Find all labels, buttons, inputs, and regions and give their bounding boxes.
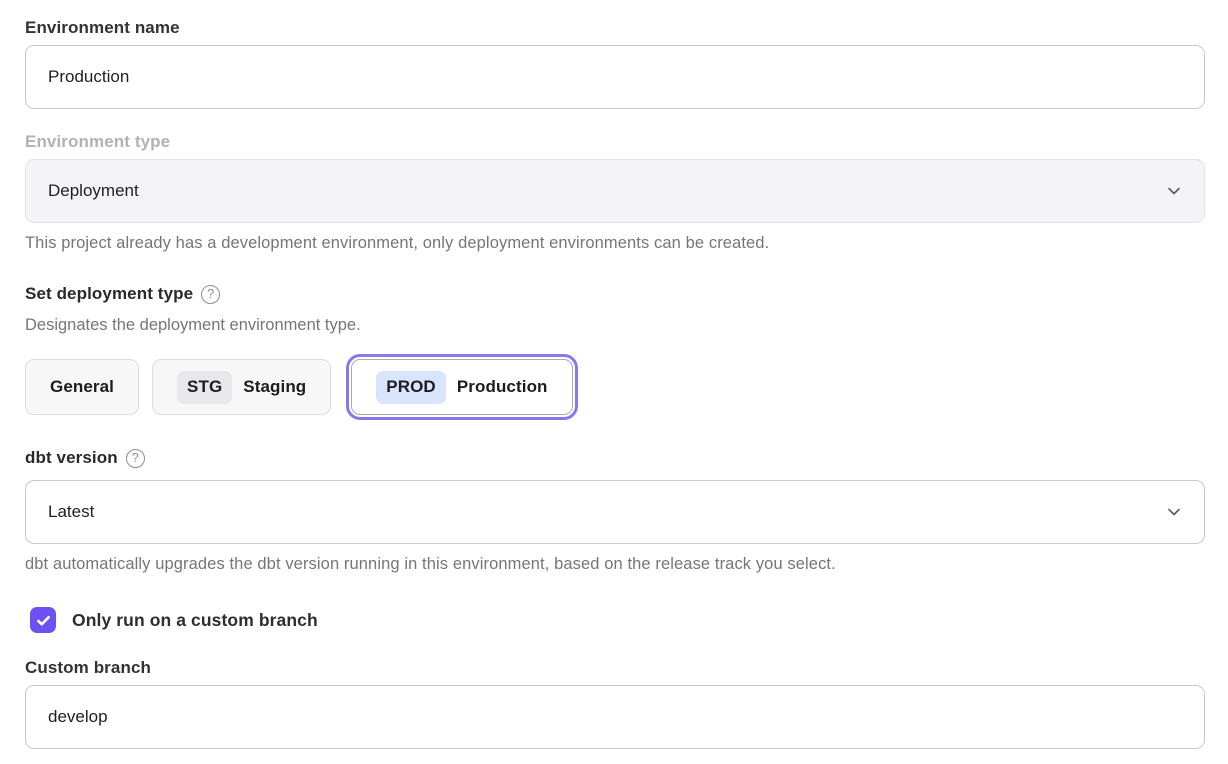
help-icon[interactable]: ?	[126, 449, 145, 468]
environment-type-label: Environment type	[25, 132, 1205, 152]
environment-type-value: Deployment	[48, 181, 139, 201]
staging-badge: STG	[177, 371, 232, 404]
production-button-label: Production	[457, 377, 548, 397]
deployment-type-description: Designates the deployment environment ty…	[25, 316, 1205, 335]
dbt-version-select[interactable]: Latest	[25, 480, 1205, 544]
checkmark-icon	[36, 613, 51, 628]
chevron-down-icon	[1166, 183, 1182, 199]
production-badge: PROD	[376, 371, 446, 404]
environment-name-label: Environment name	[25, 18, 1205, 38]
environment-type-select[interactable]: Deployment	[25, 159, 1205, 223]
custom-branch-input[interactable]	[25, 685, 1205, 749]
deployment-type-heading: Set deployment type ?	[25, 284, 1205, 304]
chevron-down-icon	[1166, 504, 1182, 520]
general-button-label: General	[50, 377, 114, 397]
environment-settings-form: Environment name Environment type Deploy…	[0, 0, 1228, 749]
dbt-version-heading-label: dbt version	[25, 448, 118, 468]
help-icon[interactable]: ?	[201, 285, 220, 304]
deployment-type-staging-button[interactable]: STG Staging	[152, 359, 331, 415]
deployment-type-heading-label: Set deployment type	[25, 284, 193, 304]
environment-name-input[interactable]	[25, 45, 1205, 109]
custom-branch-checkbox-row: Only run on a custom branch	[25, 607, 1205, 633]
environment-type-helper: This project already has a development e…	[25, 234, 1205, 253]
deployment-type-general-button[interactable]: General	[25, 359, 139, 415]
dbt-version-value: Latest	[48, 502, 94, 522]
custom-branch-checkbox-label: Only run on a custom branch	[72, 610, 318, 631]
custom-branch-label: Custom branch	[25, 658, 1205, 678]
deployment-type-production-button[interactable]: PROD Production	[351, 359, 572, 415]
dbt-version-heading: dbt version ?	[25, 448, 1205, 468]
custom-branch-checkbox[interactable]	[30, 607, 56, 633]
dbt-version-helper: dbt automatically upgrades the dbt versi…	[25, 555, 1205, 574]
deployment-type-options: General STG Staging PROD Production	[25, 356, 1205, 418]
staging-button-label: Staging	[243, 377, 306, 397]
